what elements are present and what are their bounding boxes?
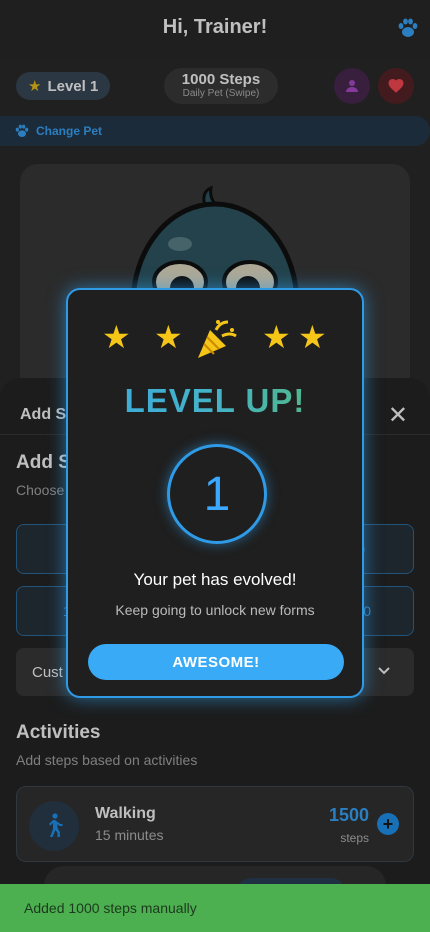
star-icon: ★ [262, 319, 291, 355]
star-icon: ★ [102, 319, 131, 355]
dialog-message: Your pet has evolved! [133, 570, 297, 589]
star-icon: ★ [154, 319, 183, 355]
celebration-row: ★ ★ ★ ★ [68, 316, 362, 360]
snackbar: Added 1000 steps manually [0, 884, 430, 932]
snackbar-message: Added 1000 steps manually [24, 900, 197, 916]
level-up-dialog: ★ ★ ★ ★ LEVEL UP! 1 Your pet has evolved… [66, 288, 364, 698]
star-icon: ★ [298, 319, 327, 355]
party-popper-icon [198, 320, 237, 358]
awesome-button[interactable]: AWESOME! [88, 644, 344, 680]
dialog-title: LEVEL UP! [68, 382, 362, 420]
level-number-badge: 1 [167, 444, 267, 544]
dialog-sub-message: Keep going to unlock new forms [115, 602, 315, 618]
